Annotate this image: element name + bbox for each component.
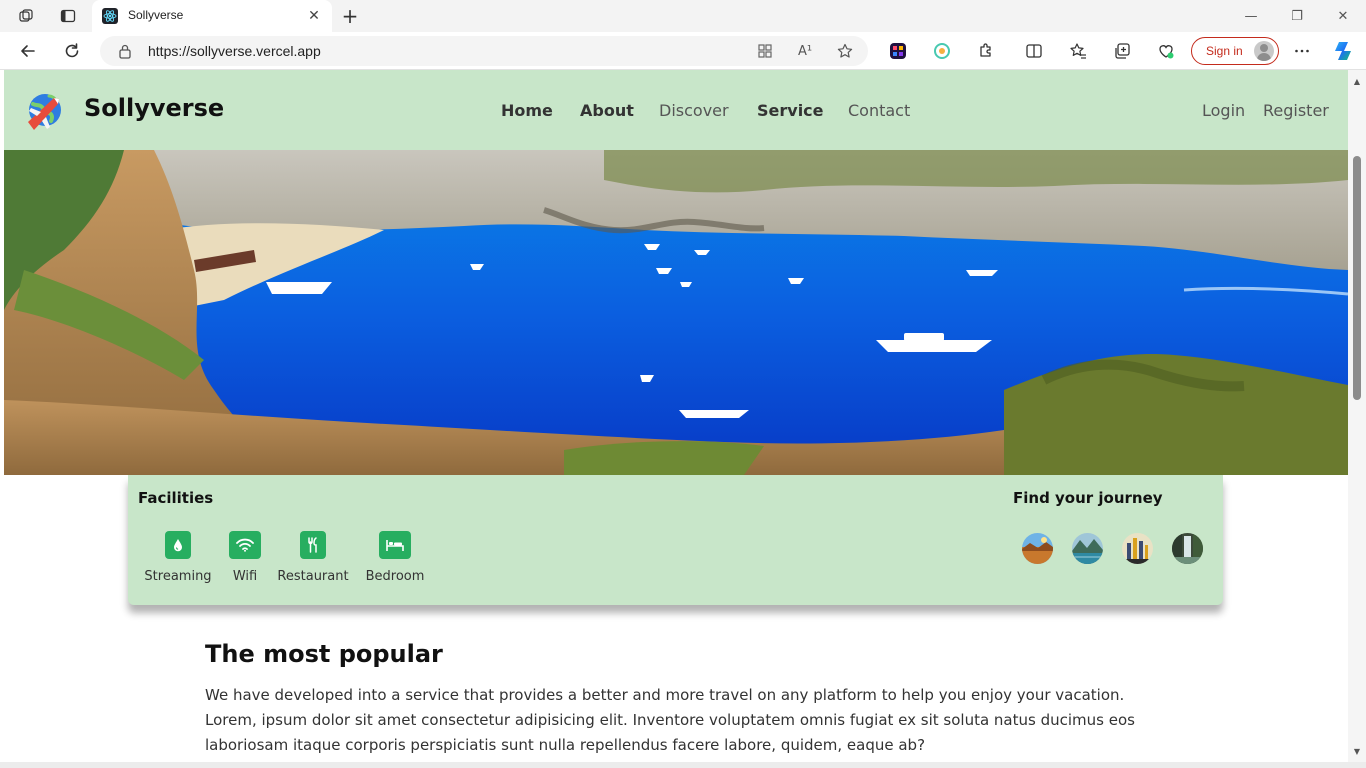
restaurant-icon xyxy=(300,531,326,559)
city-thumbnail[interactable] xyxy=(1122,533,1153,564)
journey-title: Find your journey xyxy=(1013,489,1163,507)
url-text[interactable]: https://sollyverse.vercel.app xyxy=(148,43,321,59)
scroll-up-icon[interactable]: ▲ xyxy=(1348,74,1366,88)
facilities-card: Facilities Streaming Wifi Restaurant Bed… xyxy=(128,475,1223,605)
close-window-button[interactable]: ✕ xyxy=(1320,0,1366,32)
facility-label: Restaurant xyxy=(277,569,349,584)
login-link[interactable]: Login xyxy=(1202,101,1245,120)
brand-name[interactable]: Sollyverse xyxy=(84,94,224,122)
bed-icon xyxy=(379,531,411,559)
facilities-title: Facilities xyxy=(138,489,214,507)
refresh-icon[interactable] xyxy=(58,37,86,65)
facility-label: Bedroom xyxy=(365,569,425,584)
profile-avatar-icon xyxy=(1254,41,1274,61)
app-available-icon[interactable] xyxy=(755,41,775,61)
nav-contact[interactable]: Contact xyxy=(848,101,910,120)
desert-thumbnail[interactable] xyxy=(1022,533,1053,564)
site-header: Sollyverse Home About Discover Service C… xyxy=(4,70,1348,150)
read-aloud-icon[interactable]: A¹ xyxy=(795,41,815,61)
split-screen-icon[interactable] xyxy=(1022,39,1046,63)
new-tab-button[interactable]: + xyxy=(338,4,362,28)
scrollbar-thumb[interactable] xyxy=(1353,156,1361,400)
hero-image xyxy=(4,150,1348,475)
close-tab-icon[interactable]: ✕ xyxy=(304,6,324,26)
page-scrollbar[interactable]: ▲ ▼ xyxy=(1348,70,1366,762)
browser-toolbar: https://sollyverse.vercel.app A¹ Sign in xyxy=(0,32,1366,70)
browser-tab-bar: Sollyverse ✕ + — ❐ ✕ xyxy=(0,0,1366,32)
waterfall-thumbnail[interactable] xyxy=(1172,533,1203,564)
popular-description: We have developed into a service that pr… xyxy=(205,686,1135,754)
minimize-button[interactable]: — xyxy=(1228,0,1274,32)
nav-about[interactable]: About xyxy=(580,101,634,120)
nav-discover[interactable]: Discover xyxy=(659,101,729,120)
extension-1-icon[interactable] xyxy=(886,39,910,63)
water-drop-icon xyxy=(165,531,191,559)
back-icon[interactable] xyxy=(14,37,42,65)
browser-essentials-icon[interactable] xyxy=(1154,39,1178,63)
register-link[interactable]: Register xyxy=(1263,101,1329,120)
facility-bedroom[interactable]: Bedroom xyxy=(345,531,445,584)
favorites-icon[interactable] xyxy=(1066,39,1090,63)
nav-service[interactable]: Service xyxy=(757,101,824,120)
wifi-icon xyxy=(229,531,261,559)
copilot-icon[interactable] xyxy=(1331,39,1355,63)
lock-icon[interactable] xyxy=(118,43,132,63)
react-favicon-icon xyxy=(102,8,118,24)
restore-button[interactable]: ❐ xyxy=(1274,0,1320,32)
page-viewport: Sollyverse Home About Discover Service C… xyxy=(0,70,1366,768)
scroll-down-icon[interactable]: ▼ xyxy=(1348,744,1366,758)
more-icon[interactable] xyxy=(1290,39,1314,63)
sign-in-label: Sign in xyxy=(1206,44,1243,58)
tab-actions-icon[interactable] xyxy=(54,4,82,28)
extension-2-icon[interactable] xyxy=(930,39,954,63)
mountain-lake-thumbnail[interactable] xyxy=(1072,533,1103,564)
nav-home[interactable]: Home xyxy=(501,101,553,120)
plane-globe-logo-icon[interactable] xyxy=(24,88,66,130)
active-tab[interactable]: Sollyverse ✕ xyxy=(92,0,332,32)
window-bottom-edge xyxy=(0,762,1366,768)
sign-in-button[interactable]: Sign in xyxy=(1191,37,1279,65)
collections-icon[interactable] xyxy=(1110,39,1134,63)
facility-label: Wifi xyxy=(232,569,258,584)
extensions-icon[interactable] xyxy=(974,39,998,63)
favorite-star-icon[interactable] xyxy=(835,41,855,61)
address-bar[interactable]: https://sollyverse.vercel.app A¹ xyxy=(100,36,868,66)
workspaces-icon[interactable] xyxy=(12,4,40,28)
popular-title: The most popular xyxy=(205,640,443,668)
tab-title: Sollyverse xyxy=(128,8,184,22)
